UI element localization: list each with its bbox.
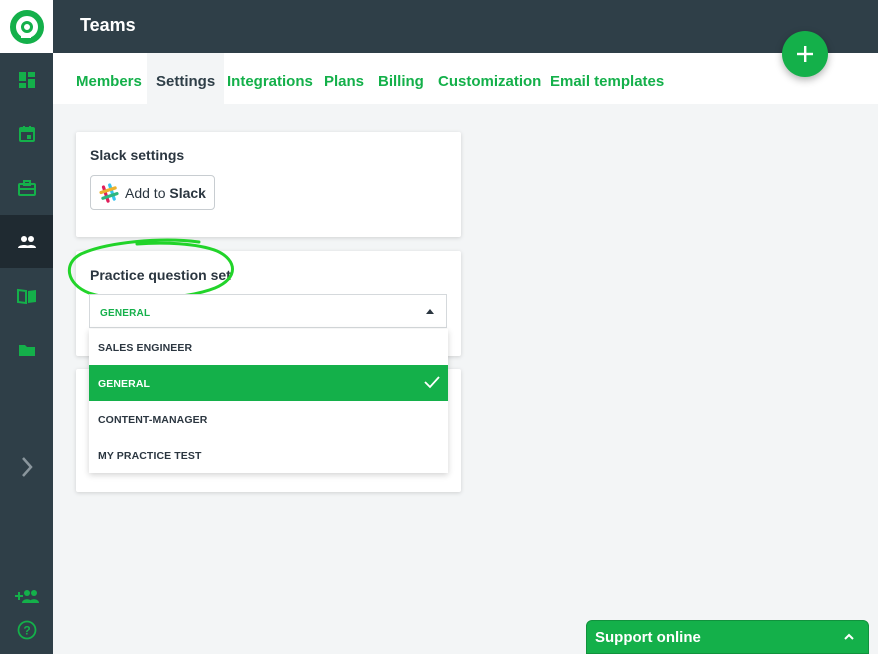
top-header: Teams <box>53 0 878 53</box>
option-my-practice-test[interactable]: MY PRACTICE TEST <box>89 437 448 473</box>
practice-set-select[interactable]: GENERAL <box>89 294 447 328</box>
slack-button-brand: Slack <box>169 184 206 201</box>
add-to-slack-button[interactable]: Add to Slack <box>90 175 215 210</box>
slack-icon <box>99 182 119 203</box>
page-title: Teams <box>80 15 136 35</box>
svg-text:?: ? <box>23 623 30 637</box>
book-icon[interactable] <box>0 269 53 322</box>
tab-members[interactable]: Members <box>76 53 142 104</box>
select-value: GENERAL <box>100 308 151 319</box>
tab-customization[interactable]: Customization <box>438 53 541 104</box>
tab-integrations[interactable]: Integrations <box>227 53 313 104</box>
option-general[interactable]: GENERAL <box>89 365 448 401</box>
help-icon[interactable]: ? <box>0 603 53 654</box>
slack-settings-title: Slack settings <box>90 147 185 163</box>
option-label: GENERAL <box>98 378 151 390</box>
slack-settings-card: Slack settings Add to Slack <box>76 132 461 237</box>
option-sales-engineer[interactable]: SALES ENGINEER <box>89 329 448 365</box>
checkmark-icon <box>424 376 440 389</box>
briefcase-icon[interactable] <box>0 161 53 214</box>
option-content-manager[interactable]: CONTENT-MANAGER <box>89 401 448 437</box>
support-label: Support online <box>595 629 701 646</box>
calendar-icon[interactable] <box>0 107 53 160</box>
dropdown-menu: SALES ENGINEER GENERAL CONTENT-MANAGER M… <box>89 329 448 473</box>
tab-email-templates[interactable]: Email templates <box>550 53 664 104</box>
people-icon[interactable] <box>0 215 53 268</box>
caret-up-icon <box>426 309 434 314</box>
highlight-annotation <box>67 238 234 301</box>
plus-icon <box>797 46 813 62</box>
tab-billing[interactable]: Billing <box>378 53 424 104</box>
tab-plans[interactable]: Plans <box>324 53 364 104</box>
folder-icon[interactable] <box>0 323 53 376</box>
chevron-up-icon <box>844 633 854 640</box>
support-widget[interactable]: Support online <box>586 620 869 654</box>
add-button[interactable] <box>782 31 828 77</box>
chevron-right-icon[interactable] <box>0 440 53 493</box>
sidebar: ? <box>0 0 53 654</box>
tab-bar: Members Settings Integrations Plans Bill… <box>53 53 878 104</box>
tab-settings[interactable]: Settings <box>147 53 225 104</box>
dashboard-icon[interactable] <box>0 53 53 106</box>
slack-button-prefix: Add to <box>125 184 166 201</box>
logo-icon[interactable] <box>0 0 53 53</box>
